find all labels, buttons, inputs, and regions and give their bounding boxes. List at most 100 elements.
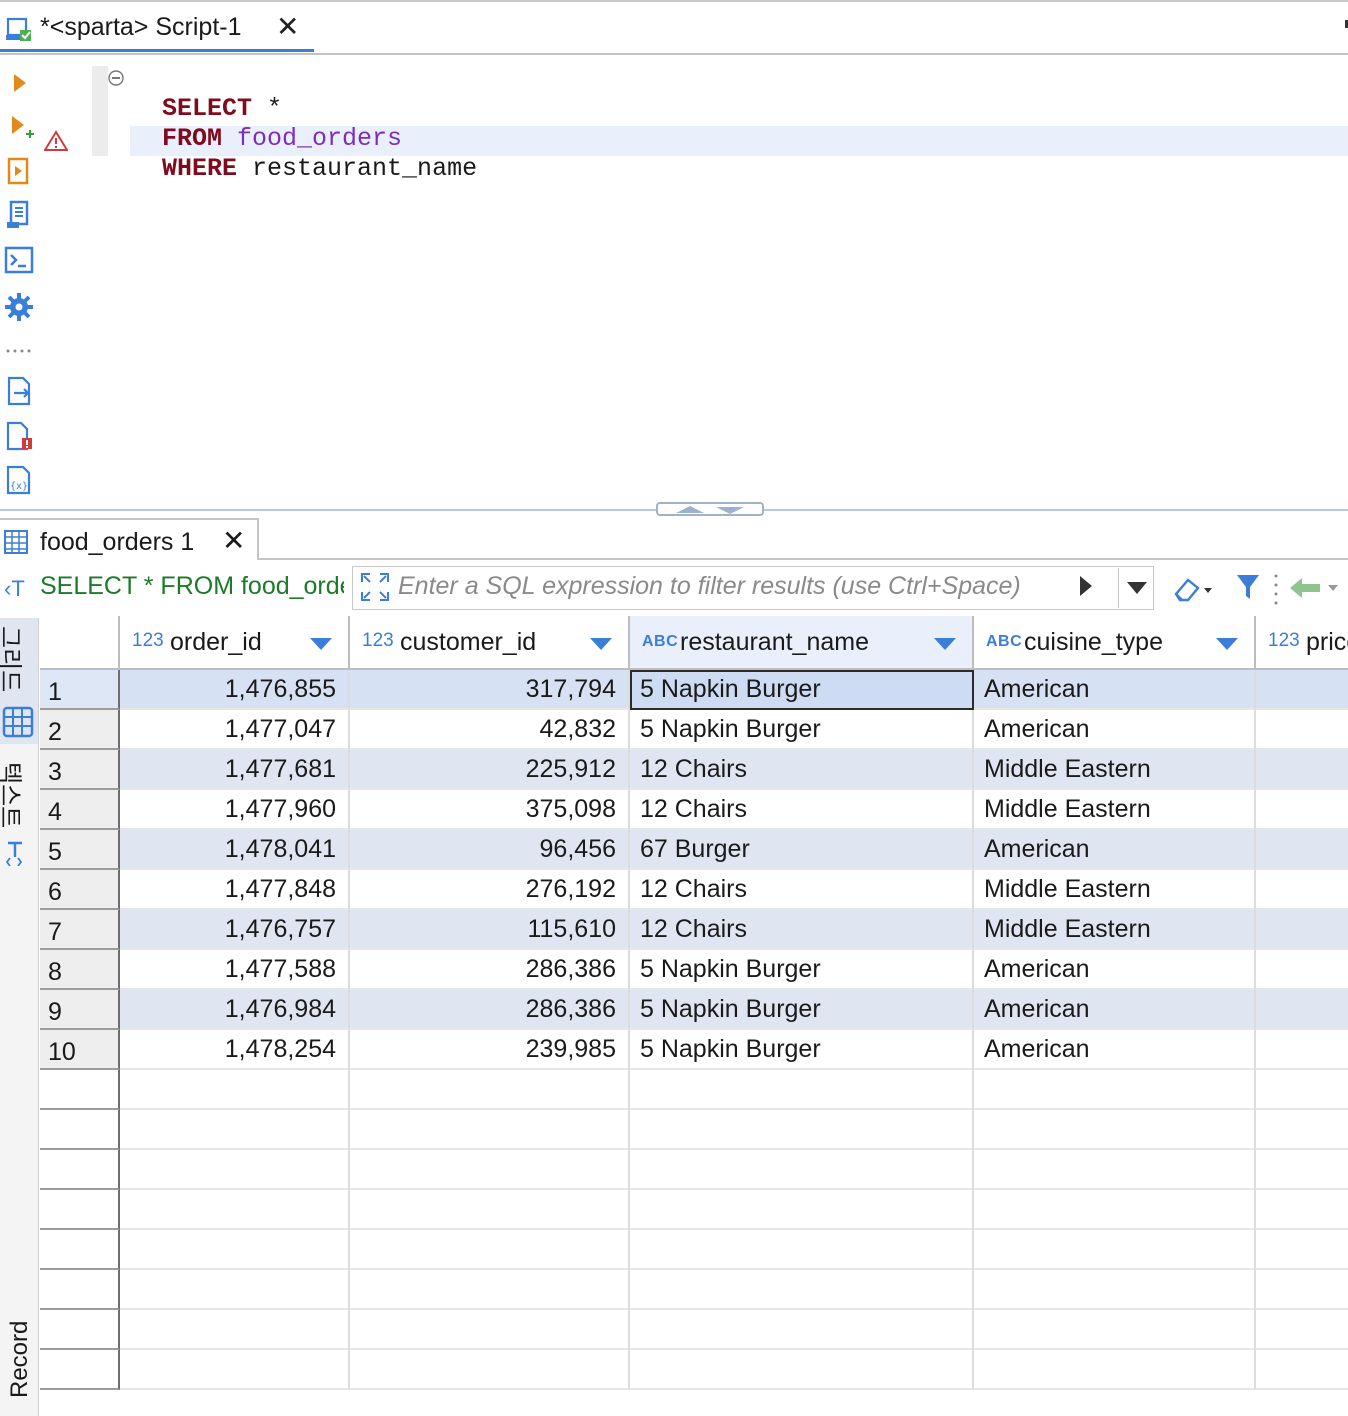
row-number[interactable] (40, 1310, 120, 1350)
cell-customer-id[interactable]: 225,912 (350, 750, 630, 790)
cell-restaurant-name[interactable] (630, 1110, 974, 1150)
cell-customer-id[interactable] (350, 1110, 630, 1150)
cell-price[interactable] (1256, 670, 1348, 710)
cell-price[interactable] (1256, 830, 1348, 870)
cell-price[interactable] (1256, 1070, 1348, 1110)
cell-restaurant-name[interactable]: 67 Burger (630, 830, 974, 870)
cell-customer-id[interactable]: 286,386 (350, 950, 630, 990)
cell-cuisine-type[interactable]: Middle Eastern (974, 750, 1256, 790)
more-icon[interactable] (4, 336, 34, 366)
cell-price[interactable] (1256, 1270, 1348, 1310)
cell-customer-id[interactable]: 286,386 (350, 990, 630, 1030)
error-file-icon[interactable] (4, 421, 34, 451)
cell-restaurant-name[interactable] (630, 1070, 974, 1110)
settings-icon[interactable] (4, 292, 34, 322)
row-number[interactable] (40, 1190, 120, 1230)
export-icon[interactable] (4, 376, 34, 406)
text-view-icon[interactable] (6, 840, 28, 866)
sort-icon[interactable] (310, 638, 332, 650)
table-row[interactable]: 9 1,476,984 286,386 5 Napkin Burger American (40, 990, 1348, 1030)
cell-customer-id[interactable] (350, 1350, 630, 1390)
row-number[interactable]: 5 (40, 830, 120, 870)
apply-filter-icon[interactable] (1080, 576, 1092, 596)
cell-order-id[interactable]: 1,477,681 (120, 750, 350, 790)
cell-customer-id[interactable] (350, 1230, 630, 1270)
cell-cuisine-type[interactable]: American (974, 1030, 1256, 1070)
cell-cuisine-type[interactable]: American (974, 990, 1256, 1030)
cell-customer-id[interactable]: 375,098 (350, 790, 630, 830)
cell-cuisine-type[interactable] (974, 1350, 1256, 1390)
cell-price[interactable] (1256, 910, 1348, 950)
cell-restaurant-name[interactable]: 12 Chairs (630, 870, 974, 910)
cell-order-id[interactable]: 1,478,041 (120, 830, 350, 870)
execute-statement-icon[interactable] (4, 68, 34, 98)
table-row[interactable]: 2 1,477,047 42,832 5 Napkin Burger American (40, 710, 1348, 750)
variables-icon[interactable]: {x} (4, 465, 34, 495)
row-number[interactable]: 3 (40, 750, 120, 790)
cell-order-id[interactable]: 1,477,047 (120, 710, 350, 750)
cell-price[interactable] (1256, 1030, 1348, 1070)
table-row[interactable]: 3 1,477,681 225,912 12 Chairs Middle Eastern (40, 750, 1348, 790)
tab-script-1[interactable]: *<sparta> Script-1 ✕ (0, 4, 314, 52)
cell-restaurant-name[interactable] (630, 1350, 974, 1390)
row-number[interactable] (40, 1350, 120, 1390)
column-header-price[interactable]: 123 price (1256, 616, 1348, 670)
row-number[interactable] (40, 1150, 120, 1190)
cell-order-id[interactable]: 1,476,757 (120, 910, 350, 950)
row-number[interactable] (40, 1110, 120, 1150)
cell-restaurant-name[interactable]: 5 Napkin Burger (630, 710, 974, 750)
cell-price[interactable] (1256, 1190, 1348, 1230)
column-header-order-id[interactable]: 123 order_id (120, 616, 350, 670)
cell-order-id[interactable] (120, 1150, 350, 1190)
cell-price[interactable] (1256, 750, 1348, 790)
cell-cuisine-type[interactable]: American (974, 950, 1256, 990)
row-number[interactable]: 7 (40, 910, 120, 950)
cell-order-id[interactable] (120, 1230, 350, 1270)
column-header-restaurant-name[interactable]: ABC restaurant_name (630, 616, 974, 670)
cell-price[interactable] (1256, 1150, 1348, 1190)
row-number[interactable]: 4 (40, 790, 120, 830)
splitter-toggle[interactable] (656, 502, 764, 516)
expand-icon[interactable] (360, 572, 390, 602)
sort-icon[interactable] (590, 638, 612, 650)
close-icon[interactable]: ✕ (222, 524, 245, 557)
row-number[interactable] (40, 1230, 120, 1270)
cell-order-id[interactable] (120, 1310, 350, 1350)
cell-customer-id[interactable] (350, 1310, 630, 1350)
cell-cuisine-type[interactable]: American (974, 830, 1256, 870)
cell-cuisine-type[interactable] (974, 1310, 1256, 1350)
cell-restaurant-name[interactable]: 5 Napkin Burger (630, 990, 974, 1030)
cell-cuisine-type[interactable] (974, 1270, 1256, 1310)
sql-query-icon[interactable]: ‹T (4, 576, 25, 602)
table-row[interactable]: 1 1,476,855 317,794 5 Napkin Burger American (40, 670, 1348, 710)
row-number[interactable]: 2 (40, 710, 120, 750)
cell-price[interactable] (1256, 870, 1348, 910)
record-view-label[interactable]: Record (6, 1321, 34, 1398)
table-row[interactable]: 6 1,477,848 276,192 12 Chairs Middle Eastern (40, 870, 1348, 910)
row-number[interactable]: 8 (40, 950, 120, 990)
code-line-1[interactable]: SELECT * (132, 64, 282, 123)
execute-in-new-tab-icon[interactable] (4, 112, 34, 142)
cell-restaurant-name[interactable]: 5 Napkin Burger (630, 1030, 974, 1070)
cell-cuisine-type[interactable] (974, 1230, 1256, 1270)
cell-restaurant-name[interactable] (630, 1190, 974, 1230)
cell-price[interactable] (1256, 1110, 1348, 1150)
cell-cuisine-type[interactable]: Middle Eastern (974, 790, 1256, 830)
row-number[interactable]: 6 (40, 870, 120, 910)
cell-restaurant-name[interactable] (630, 1270, 974, 1310)
cell-order-id[interactable] (120, 1190, 350, 1230)
cell-restaurant-name[interactable]: 12 Chairs (630, 910, 974, 950)
cell-price[interactable] (1256, 1310, 1348, 1350)
cell-order-id[interactable] (120, 1350, 350, 1390)
arrow-left-icon[interactable] (1288, 576, 1340, 600)
cell-order-id[interactable]: 1,477,848 (120, 870, 350, 910)
row-number[interactable]: 9 (40, 990, 120, 1030)
table-row[interactable]: 7 1,476,757 115,610 12 Chairs Middle Eastern (40, 910, 1348, 950)
cell-order-id[interactable]: 1,476,855 (120, 670, 350, 710)
cell-customer-id[interactable]: 239,985 (350, 1030, 630, 1070)
row-number[interactable]: 10 (40, 1030, 120, 1070)
table-row[interactable]: 10 1,478,254 239,985 5 Napkin Burger America… (40, 1030, 1348, 1070)
text-view-label[interactable]: 텍스트 (0, 762, 30, 828)
cell-restaurant-name[interactable]: 5 Napkin Burger (630, 950, 974, 990)
active-query-text[interactable]: SELECT * FROM food_orders (40, 572, 344, 601)
